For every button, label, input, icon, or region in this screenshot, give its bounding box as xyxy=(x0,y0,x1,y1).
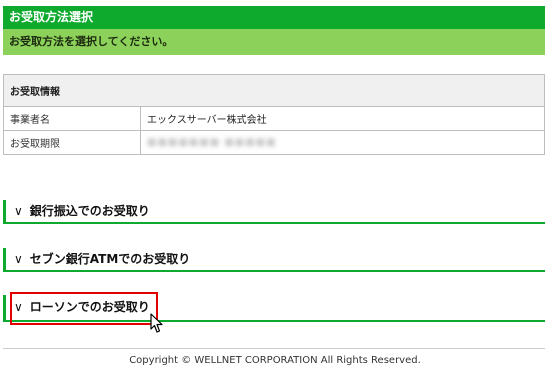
bank-transfer-section[interactable]: ∨ 銀行振込でのお受取り xyxy=(3,200,545,224)
page: お受取方法選択 お受取方法を選択してください。 お受取情報 事業者名 エックスサ… xyxy=(0,0,550,381)
table-row: 事業者名 エックスサーバー株式会社 xyxy=(3,106,545,131)
footer-copyright: Copyright © WELLNET CORPORATION All Righ… xyxy=(129,355,421,366)
receipt-info-heading: お受取情報 xyxy=(3,74,545,107)
chevron-down-icon: ∨ xyxy=(14,300,23,314)
footer-divider xyxy=(3,348,545,349)
chevron-down-icon: ∨ xyxy=(14,204,23,218)
section-label: ローソンでのお受取り xyxy=(29,300,150,314)
business-name-value: エックスサーバー株式会社 xyxy=(140,106,545,131)
lawson-section[interactable]: ∨ ローソンでのお受取り xyxy=(3,295,545,322)
deadline-value: ■■■■■■■ ■■■■■ xyxy=(140,130,545,155)
deadline-label: お受取期限 xyxy=(3,130,141,155)
redacted-deadline: ■■■■■■■ ■■■■■ xyxy=(147,137,277,148)
section-label: セブン銀行ATMでのお受取り xyxy=(29,252,191,266)
table-row: お受取期限 ■■■■■■■ ■■■■■ xyxy=(3,130,545,155)
chevron-down-icon: ∨ xyxy=(14,252,23,266)
business-name-label: 事業者名 xyxy=(3,106,141,131)
table-header-row: お受取情報 xyxy=(3,74,545,107)
seven-bank-atm-section[interactable]: ∨ セブン銀行ATMでのお受取り xyxy=(3,248,545,272)
page-title: お受取方法選択 xyxy=(3,6,545,29)
mouse-pointer-icon xyxy=(150,313,163,333)
instruction-banner: お受取方法を選択してください。 xyxy=(3,29,545,55)
receipt-info-table: お受取情報 事業者名 エックスサーバー株式会社 お受取期限 ■■■■■■■ ■■… xyxy=(3,74,545,155)
section-label: 銀行振込でのお受取り xyxy=(29,204,150,218)
